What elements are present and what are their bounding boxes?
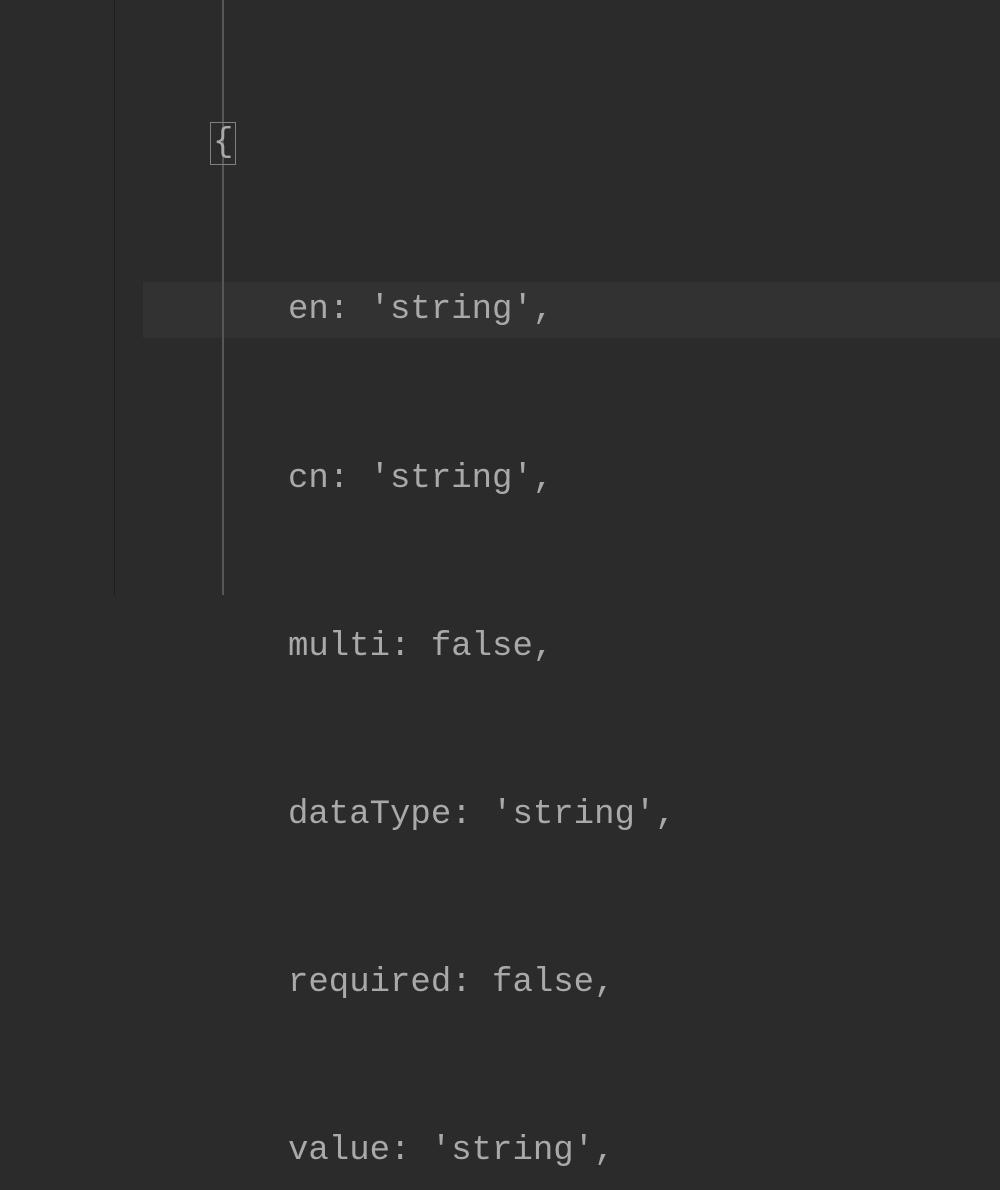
code-line-open-brace: { — [210, 114, 1000, 170]
code-line: required: false, — [210, 955, 1000, 1011]
code-line: en: 'string', — [210, 282, 1000, 338]
editor-gutter — [0, 0, 115, 595]
bracket-match-open: { — [210, 122, 236, 165]
code-line: cn: 'string', — [210, 451, 1000, 507]
code-line: value: 'string', — [210, 1123, 1000, 1179]
code-line-highlighted: dataType: 'string', — [210, 787, 1000, 843]
code-editor[interactable]: { en: 'string', cn: 'string', multi: fal… — [0, 0, 1000, 595]
code-line: multi: false, — [210, 619, 1000, 675]
code-content[interactable]: { en: 'string', cn: 'string', multi: fal… — [0, 2, 1000, 1190]
editor-gutter-secondary — [115, 0, 143, 595]
